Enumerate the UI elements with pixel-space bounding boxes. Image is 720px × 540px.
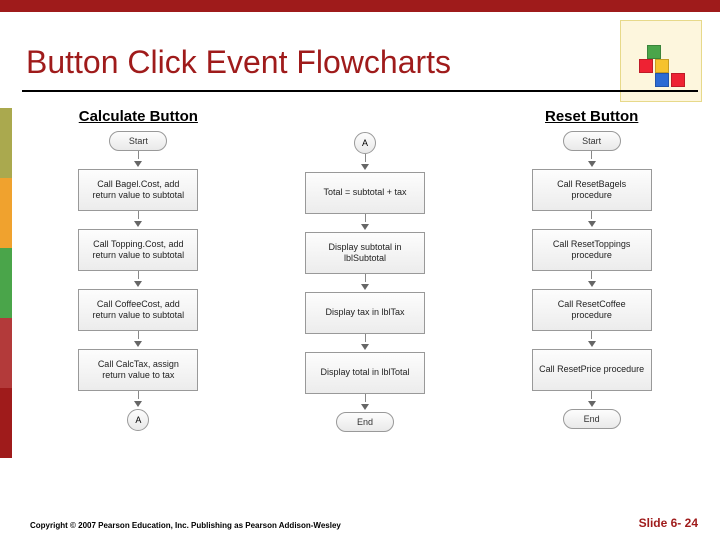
slide-number: Slide 6- 24 (639, 516, 698, 530)
proc-step: Call ResetPrice procedure (532, 349, 652, 391)
proc-step: Call Bagel.Cost, add return value to sub… (78, 169, 198, 211)
slide-title: Button Click Event Flowcharts (26, 44, 451, 81)
calc-flow-2: A Total = subtotal + tax Display subtota… (305, 132, 425, 432)
proc-step: Call CalcTax, assign return value to tax (78, 349, 198, 391)
connector-a: A (127, 409, 149, 431)
proc-step: Call ResetCoffee procedure (532, 289, 652, 331)
proc-step: Call ResetToppings procedure (532, 229, 652, 271)
calc-col-1: Calculate Button Start Call Bagel.Cost, … (30, 108, 247, 500)
proc-step: Display total in lblTotal (305, 352, 425, 394)
reset-heading: Reset Button (545, 108, 638, 125)
side-color-bars (0, 108, 12, 458)
proc-step: Call CoffeeCost, add return value to sub… (78, 289, 198, 331)
proc-step: Display subtotal in lblSubtotal (305, 232, 425, 274)
title-underline (22, 90, 698, 92)
start-terminator: Start (109, 131, 167, 151)
calc-flow-1: Start Call Bagel.Cost, add return value … (78, 131, 198, 431)
end-terminator: End (336, 412, 394, 432)
start-terminator: Start (563, 131, 621, 151)
reset-flow: Start Call ResetBagels procedure Call Re… (532, 131, 652, 429)
proc-step: Call Topping.Cost, add return value to s… (78, 229, 198, 271)
proc-step: Call ResetBagels procedure (532, 169, 652, 211)
calc-col-2: A Total = subtotal + tax Display subtota… (257, 108, 474, 500)
connector-a: A (354, 132, 376, 154)
flowchart-content: Calculate Button Start Call Bagel.Cost, … (30, 108, 700, 500)
top-bar (0, 0, 720, 12)
calc-heading: Calculate Button (79, 108, 198, 125)
end-terminator: End (563, 409, 621, 429)
copyright-text: Copyright © 2007 Pearson Education, Inc.… (30, 521, 341, 530)
proc-step: Display tax in lblTax (305, 292, 425, 334)
proc-step: Total = subtotal + tax (305, 172, 425, 214)
reset-col: Reset Button Start Call ResetBagels proc… (483, 108, 700, 500)
